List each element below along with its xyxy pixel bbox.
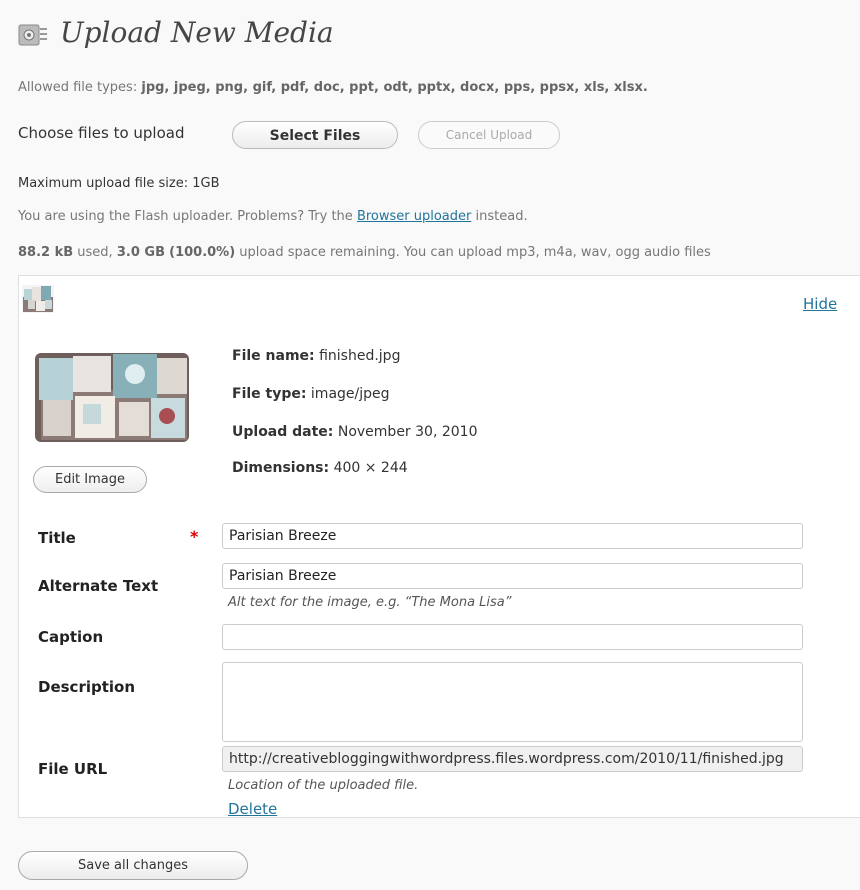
- alt-text-help: Alt text for the image, e.g. “The Mona L…: [228, 595, 512, 610]
- browser-uploader-link[interactable]: Browser uploader: [357, 209, 471, 224]
- alt-text-label: Alternate Text: [38, 577, 159, 595]
- flash-uploader-notice: You are using the Flash uploader. Proble…: [18, 209, 528, 224]
- upload-space-info: 88.2 kB used, 3.0 GB (100.0%) upload spa…: [18, 245, 860, 260]
- choose-files-label: Choose files to upload: [18, 124, 185, 142]
- title-input[interactable]: Parisian Breeze: [222, 523, 803, 549]
- file-url-help: Location of the uploaded file.: [228, 778, 419, 793]
- file-type-row: File type: image/jpeg: [232, 386, 390, 402]
- upload-date-row: Upload date: November 30, 2010: [232, 424, 477, 440]
- allowed-types-label: Allowed file types:: [18, 80, 138, 95]
- file-name-row: File name: finished.jpg: [232, 348, 400, 364]
- allowed-file-types: Allowed file types: jpg, jpeg, png, gif,…: [18, 80, 648, 95]
- allowed-types-list: jpg, jpeg, png, gif, pdf, doc, ppt, odt,…: [141, 80, 648, 95]
- file-url-input[interactable]: http://creativebloggingwithwordpress.fil…: [222, 746, 803, 772]
- dimensions-value: 400 × 244: [333, 460, 408, 476]
- cancel-upload-button[interactable]: Cancel Upload: [418, 121, 560, 149]
- upload-date-value: November 30, 2010: [337, 424, 478, 440]
- media-thumbnail: [33, 350, 191, 445]
- delete-link[interactable]: Delete: [228, 800, 277, 818]
- media-upload-icon: [18, 22, 48, 48]
- file-type-value: image/jpeg: [310, 386, 390, 402]
- description-label: Description: [38, 678, 136, 696]
- upload-date-label: Upload date:: [232, 424, 334, 440]
- space-remaining: 3.0 GB: [116, 245, 165, 260]
- hide-link[interactable]: Hide: [803, 295, 837, 313]
- title-label: Title: [38, 529, 76, 547]
- space-used-suffix: used,: [77, 245, 113, 260]
- required-marker: *: [190, 527, 199, 546]
- max-upload-size: Maximum upload file size: 1GB: [18, 176, 220, 191]
- select-files-button[interactable]: Select Files: [232, 121, 398, 149]
- caption-input[interactable]: [222, 624, 803, 650]
- dimensions-label: Dimensions:: [232, 460, 330, 476]
- space-used: 88.2 kB: [18, 245, 74, 260]
- page-title: Upload New Media: [60, 16, 334, 49]
- space-suffix: upload space remaining. You can upload m…: [239, 245, 711, 260]
- edit-image-button[interactable]: Edit Image: [33, 466, 147, 493]
- file-type-label: File type:: [232, 386, 307, 402]
- file-url-label: File URL: [38, 760, 108, 778]
- file-name-label: File name:: [232, 348, 315, 364]
- alt-text-input[interactable]: Parisian Breeze: [222, 563, 803, 589]
- description-textarea[interactable]: [222, 662, 803, 742]
- flash-notice-suffix: instead.: [475, 209, 528, 224]
- caption-label: Caption: [38, 628, 104, 646]
- media-thumbnail-small: [22, 285, 54, 313]
- space-percent: (100.0%): [169, 245, 236, 260]
- file-name-value: finished.jpg: [319, 348, 401, 364]
- flash-notice-text: You are using the Flash uploader. Proble…: [18, 209, 353, 224]
- save-all-changes-button[interactable]: Save all changes: [18, 851, 248, 880]
- dimensions-row: Dimensions: 400 × 244: [232, 460, 408, 476]
